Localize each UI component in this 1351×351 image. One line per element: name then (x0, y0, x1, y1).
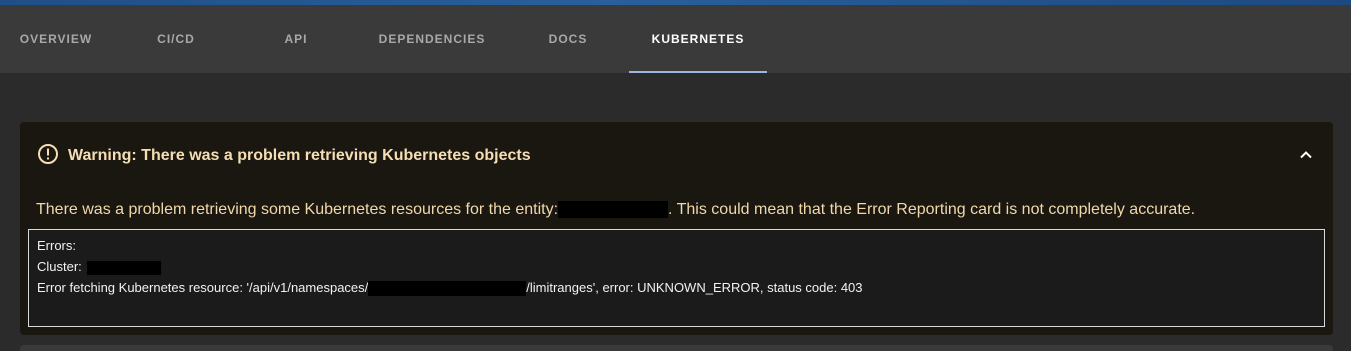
tab-ci-cd[interactable]: CI/CD (120, 5, 232, 73)
cluster-line: Cluster: (37, 259, 1316, 280)
error-prefix: Error fetching Kubernetes resource: '/ap… (37, 280, 369, 295)
redacted-cluster-name (87, 260, 162, 275)
errors-box: Errors: Cluster: Error fetching Kubernet… (28, 229, 1325, 327)
tab-overview[interactable]: OVERVIEW (0, 5, 112, 73)
alert-message-suffix: . This could mean that the Error Reporti… (668, 201, 1196, 218)
next-card-edge (20, 345, 1333, 351)
errors-heading: Errors: (37, 238, 76, 253)
redacted-entity-name (558, 201, 669, 219)
tab-docs[interactable]: DOCS (512, 5, 624, 73)
alert-title: Warning: There was a problem retrieving … (68, 147, 531, 164)
warning-circle-icon (37, 143, 59, 165)
chevron-up-icon[interactable] (1297, 146, 1315, 164)
alert-message-prefix: There was a problem retrieving some Kube… (36, 201, 559, 218)
redacted-namespace (368, 281, 527, 297)
cluster-label: Cluster: (37, 259, 82, 274)
error-suffix: /limitranges', error: UNKNOWN_ERROR, sta… (526, 280, 863, 295)
warning-alert: Warning: There was a problem retrieving … (20, 122, 1333, 335)
tab-bar: OVERVIEW CI/CD API DEPENDENCIES DOCS KUB… (0, 5, 1351, 73)
tab-api[interactable]: API (240, 5, 352, 73)
tab-kubernetes[interactable]: KUBERNETES (629, 5, 767, 73)
alert-message: There was a problem retrieving some Kube… (36, 201, 1195, 219)
tab-dependencies[interactable]: DEPENDENCIES (362, 5, 502, 73)
error-detail-line: Error fetching Kubernetes resource: '/ap… (37, 280, 1316, 301)
